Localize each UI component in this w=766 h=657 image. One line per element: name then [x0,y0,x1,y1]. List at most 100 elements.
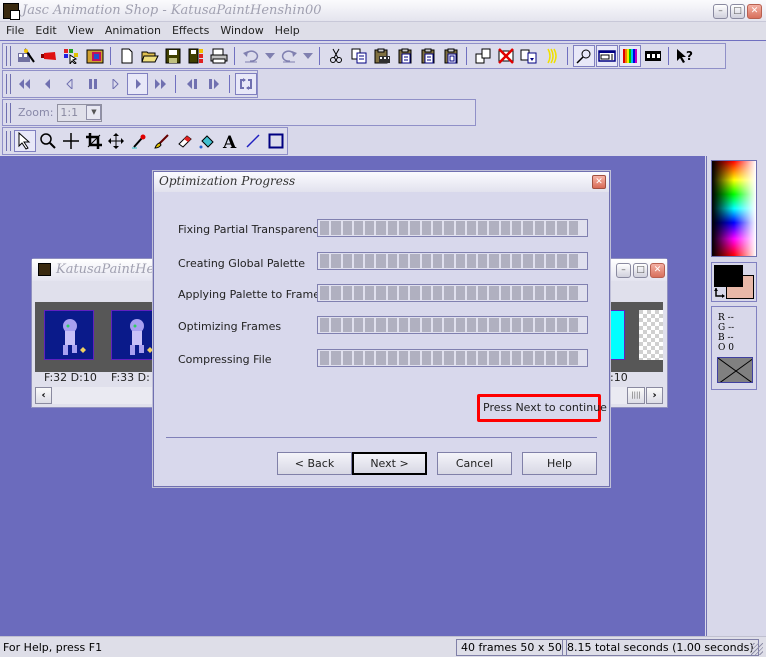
crosshair-icon[interactable] [60,130,82,152]
transition-icon[interactable] [84,45,106,67]
step-forward-icon[interactable] [104,73,126,95]
banner-wizard-icon[interactable] [38,45,60,67]
delete-frames-icon[interactable] [495,45,517,67]
undo-icon[interactable] [240,45,262,67]
text-icon[interactable]: A [219,130,241,152]
optimization-wizard-icon[interactable] [61,45,83,67]
shake-icon[interactable] [541,45,563,67]
menu-animation[interactable]: Animation [99,22,166,40]
context-help-icon[interactable]: ? [674,45,696,67]
menu-edit[interactable]: Edit [29,22,61,40]
cut-icon[interactable] [325,45,347,67]
resize-grip[interactable] [751,643,763,655]
progress-block [534,254,544,268]
undo-dropdown-icon[interactable] [263,45,277,67]
zoom-select[interactable]: 1:1 ▼ [57,103,103,122]
toolbar-grip[interactable] [6,46,11,66]
new-icon[interactable] [116,45,138,67]
doc-minimize-button[interactable]: – [616,263,631,278]
color-palette-icon[interactable] [618,45,641,67]
frame-thumbnail-32[interactable] [44,310,94,360]
first-frame-icon[interactable] [14,73,36,95]
transparent-color-swatch[interactable] [717,357,753,383]
close-button[interactable]: ✕ [747,4,762,19]
step-back-icon[interactable] [59,73,81,95]
frame-thumbnail-transparent[interactable] [639,310,663,360]
document-icon[interactable] [38,263,51,276]
print-icon[interactable] [208,45,230,67]
properties-icon[interactable] [595,45,618,67]
redo-dropdown-icon[interactable] [301,45,315,67]
save-as-icon[interactable] [185,45,207,67]
dialog-close-button[interactable]: ✕ [592,175,606,189]
progress-block [444,318,454,332]
pause-icon[interactable] [82,73,104,95]
paste-before-icon[interactable] [394,45,416,67]
doc-close-button[interactable]: ✕ [650,263,665,278]
save-icon[interactable] [162,45,184,67]
previous-frame-icon[interactable] [37,73,59,95]
back-button[interactable]: < Back [277,452,352,475]
progress-block [320,254,330,268]
paste-into-icon[interactable] [440,45,462,67]
cancel-button[interactable]: Cancel [437,452,512,475]
progress-block [387,286,398,300]
scroll-left-icon[interactable]: ‹ [35,387,52,404]
last-frame-icon[interactable] [149,73,171,95]
rectangle-icon[interactable] [265,130,287,152]
app-icon[interactable] [3,3,20,20]
move-icon[interactable] [106,130,128,152]
scroll-right-icon[interactable]: › [646,387,663,404]
search-icon[interactable] [572,45,595,67]
dialog-title-bar[interactable]: Optimization Progress ✕ [154,172,609,192]
fill-icon[interactable] [197,130,219,152]
line-icon[interactable] [242,130,264,152]
doc-maximize-button[interactable]: □ [633,263,648,278]
progress-block [466,286,477,300]
arrow-select-icon[interactable] [14,130,37,152]
next-icon[interactable] [203,73,225,95]
insert-frames-icon[interactable] [472,45,494,67]
crop-icon[interactable] [83,130,105,152]
progress-block [557,221,567,235]
open-icon[interactable] [139,45,161,67]
dropper-icon[interactable] [128,130,150,152]
previous-icon[interactable] [181,73,203,95]
zoom-tool-icon[interactable] [37,130,59,152]
title-bar: Jasc Animation Shop - KatusaPaintHenshin… [0,0,766,22]
eraser-icon[interactable] [174,130,196,152]
paste-after-icon[interactable] [417,45,439,67]
paste-as-new-animation-icon[interactable] [371,45,393,67]
swap-colors-icon[interactable] [714,288,726,300]
animation-wizard-icon[interactable] [15,45,37,67]
menu-effects[interactable]: Effects [166,22,214,40]
play-icon[interactable] [126,73,149,95]
copy-icon[interactable] [348,45,370,67]
progress-block [342,221,352,235]
menu-help[interactable]: Help [269,22,305,40]
minimize-button[interactable]: – [713,4,728,19]
toolbar-grip[interactable] [6,73,11,95]
progress-block [444,286,454,300]
toolbar-separator [319,47,320,65]
menu-view[interactable]: View [62,22,99,40]
menu-window[interactable]: Window [214,22,268,40]
loop-icon[interactable] [234,73,257,95]
redo-icon[interactable] [278,45,300,67]
toolbar-grip[interactable] [6,130,11,152]
duplicate-frames-icon[interactable] [518,45,540,67]
foreground-color-swatch[interactable] [714,265,743,287]
menu-file[interactable]: File [0,22,29,40]
help-button[interactable]: Help [522,452,597,475]
next-button[interactable]: Next > [352,452,427,475]
film-strip-icon[interactable] [642,45,664,67]
progress-block [353,351,364,365]
chevron-down-icon[interactable]: ▼ [86,105,102,120]
maximize-button[interactable]: □ [730,4,745,19]
paintbrush-icon[interactable] [151,130,173,152]
scrollbar-thumb[interactable]: |||| [627,387,645,404]
progress-block [500,318,511,332]
progress-block [331,254,341,268]
toolbar-grip[interactable] [6,102,11,123]
color-spectrum[interactable] [711,160,757,257]
